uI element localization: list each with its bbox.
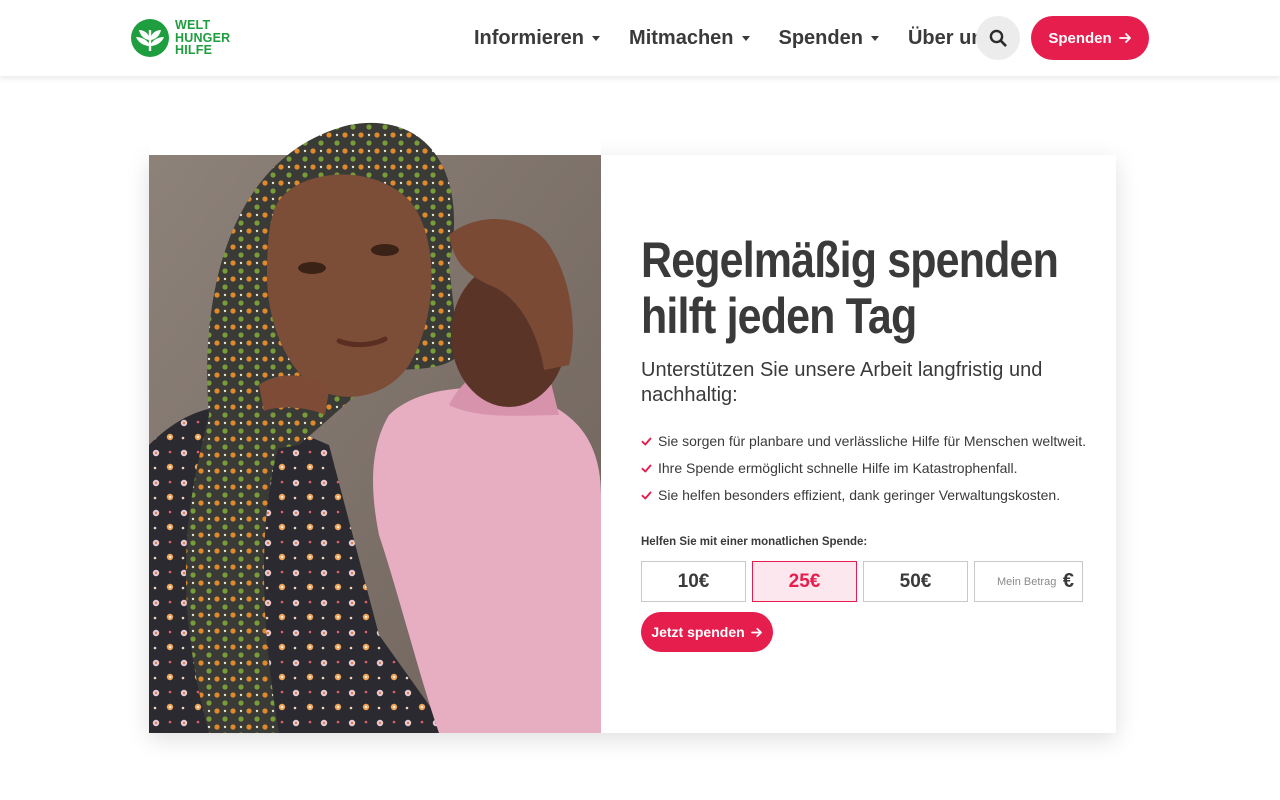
arrow-right-icon — [750, 627, 762, 637]
currency-symbol: € — [1062, 570, 1074, 592]
benefit-list: Sie sorgen für planbare und verlässliche… — [641, 428, 1091, 509]
donation-content: Regelmäßig spenden hilft jeden Tag Unter… — [641, 232, 1091, 652]
benefit-text: Ihre Spende ermöglicht schnelle Hilfe im… — [658, 460, 1018, 476]
hero-image — [149, 115, 601, 733]
benefit-text: Sie helfen besonders effizient, dank ger… — [658, 487, 1061, 503]
donate-now-label: Jetzt spenden — [651, 624, 745, 640]
logo-line: WELT — [175, 18, 211, 33]
list-item: Sie helfen besonders effizient, dank ger… — [641, 482, 1091, 509]
own-amount-field[interactable]: € — [974, 561, 1083, 602]
list-item: Sie sorgen für planbare und verlässliche… — [641, 428, 1091, 455]
amount-label: Helfen Sie mit einer monatlichen Spende: — [641, 536, 868, 548]
hero-photo-mother-child — [149, 115, 601, 733]
arrow-right-icon — [1118, 33, 1131, 43]
amount-options: 10€ 25€ 50€ € — [641, 561, 1091, 602]
logo-line: HILFE — [175, 43, 213, 58]
benefit-text: Sie sorgen für planbare und verlässliche… — [658, 433, 1086, 449]
logo-wordmark: WELT HUNGER HILFE — [175, 19, 230, 57]
nav-item-label: Spenden — [778, 26, 863, 49]
nav-item-mitmachen[interactable]: Mitmachen — [629, 24, 750, 52]
amount-option-10[interactable]: 10€ — [641, 561, 746, 602]
list-item: Ihre Spende ermöglicht schnelle Hilfe im… — [641, 455, 1091, 482]
site-header: WELT HUNGER HILFE Informieren Mitmachen … — [0, 0, 1280, 76]
check-icon — [641, 491, 652, 500]
amount-option-25[interactable]: 25€ — [752, 561, 857, 602]
nav-item-label: Mitmachen — [629, 26, 734, 49]
subheadline: Unterstützen Sie unsere Arbeit langfrist… — [641, 359, 1043, 406]
page-title: Regelmäßig spenden hilft jeden Tag — [641, 232, 1059, 344]
caret-down-icon — [870, 35, 879, 41]
search-icon — [989, 29, 1007, 47]
header-donate-label: Spenden — [1048, 29, 1112, 47]
nav-item-spenden[interactable]: Spenden — [779, 24, 879, 52]
leaf-globe-logo-icon — [131, 19, 169, 57]
logo[interactable]: WELT HUNGER HILFE — [130, 18, 230, 58]
donate-now-button[interactable]: Jetzt spenden — [641, 612, 773, 652]
header-donate-button[interactable]: Spenden — [1031, 16, 1149, 60]
main-nav: Informieren Mitmachen Spenden Über uns — [474, 24, 1040, 52]
nav-item-informieren[interactable]: Informieren — [474, 24, 601, 52]
check-icon — [641, 437, 652, 446]
check-icon — [641, 464, 652, 473]
own-amount-input[interactable] — [997, 575, 1057, 588]
amount-option-50[interactable]: 50€ — [863, 561, 968, 602]
caret-down-icon — [592, 35, 601, 41]
search-button[interactable] — [976, 16, 1020, 60]
caret-down-icon — [741, 35, 750, 41]
nav-item-label: Informieren — [474, 26, 585, 49]
